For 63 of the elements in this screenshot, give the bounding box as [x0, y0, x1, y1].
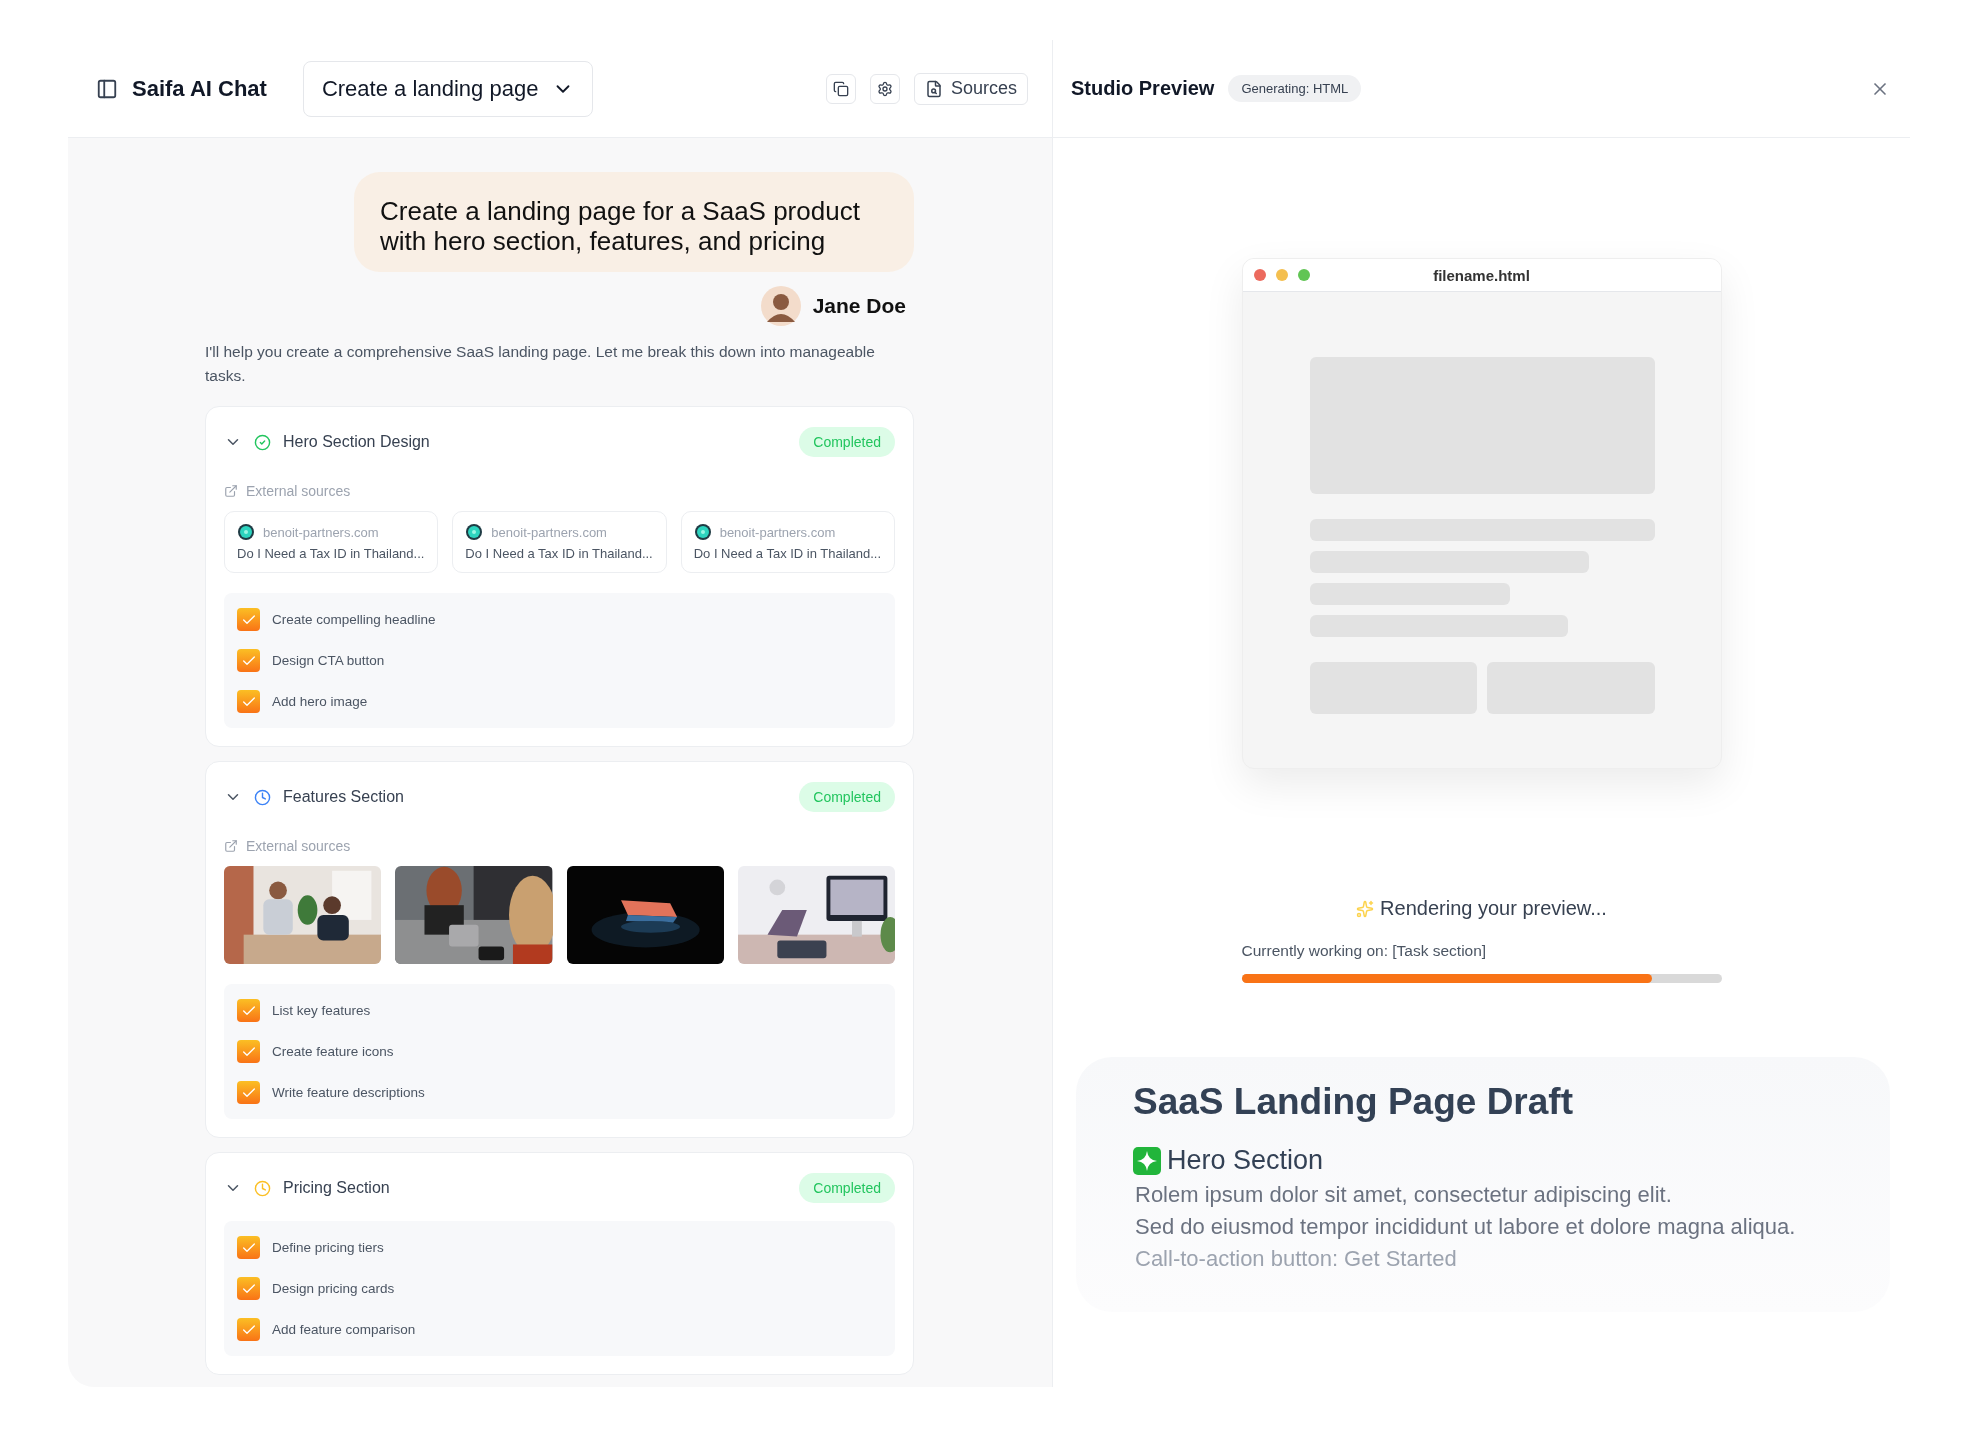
task-item-label: Write feature descriptions	[272, 1085, 425, 1100]
source-card[interactable]: benoit-partners.com Do I Need a Tax ID in Thailand...	[452, 511, 667, 573]
task-item-label: Create feature icons	[272, 1044, 394, 1059]
task-item-label: Design pricing cards	[272, 1281, 395, 1296]
globe-icon	[693, 523, 712, 541]
working-on-text: Currently working on: [Task section]	[1241, 942, 1487, 960]
checkbox[interactable]	[237, 1277, 260, 1300]
source-card[interactable]: benoit-partners.com Do I Need a Tax ID in Thailand...	[224, 511, 439, 573]
source-card[interactable]: benoit-partners.com Do I Need a Tax ID in Thailand...	[680, 511, 895, 573]
task-item-label: List key features	[272, 1003, 371, 1018]
mode-dropdown[interactable]: Create a landing page	[302, 60, 594, 117]
clock-icon	[254, 1179, 271, 1197]
section-title: Hero Section	[1167, 1145, 1324, 1176]
task-item-label: Add feature comparison	[272, 1322, 416, 1337]
checkbox[interactable]	[237, 999, 260, 1022]
checkbox[interactable]	[237, 1040, 260, 1063]
copy-button[interactable]	[825, 73, 856, 104]
clock-icon	[254, 788, 271, 806]
settings-button[interactable]	[869, 73, 900, 104]
user-message: Create a landing page for a SaaS product with hero section, features, and pricing	[354, 172, 914, 272]
status-badge: Completed	[799, 1173, 895, 1203]
external-link-icon	[224, 839, 238, 853]
checkbox[interactable]	[237, 649, 260, 672]
copy-icon	[832, 80, 849, 97]
avatar-icon	[760, 286, 801, 326]
user-name: Jane Doe	[812, 294, 906, 318]
status-badge: Completed	[799, 782, 895, 812]
external-link-icon	[224, 484, 238, 498]
checkbox[interactable]	[237, 608, 260, 631]
check-circle-icon	[254, 433, 271, 451]
sources-label: External sources	[246, 483, 351, 499]
preview-title: Studio Preview	[1071, 77, 1215, 100]
draft-title: SaaS Landing Page Draft	[1133, 1081, 1574, 1123]
rendering-status: Rendering your preview...	[1380, 897, 1607, 920]
app-title: Saifa AI Chat	[132, 75, 267, 102]
file-name: filename.html	[1432, 266, 1531, 284]
file-search-icon	[924, 79, 943, 98]
globe-icon	[237, 523, 255, 541]
checkbox[interactable]	[237, 1236, 260, 1259]
sidebar-toggle-icon[interactable]	[96, 77, 118, 100]
task-title: Pricing Section	[283, 1179, 390, 1197]
task-item-label: Design CTA button	[272, 653, 385, 668]
body-text: Rolem ipsum dolor sit amet, consectetur adipiscing elit.	[1135, 1182, 1673, 1208]
sources-button[interactable]: Sources	[913, 72, 1028, 105]
sparkles-icon	[1356, 899, 1375, 918]
status-badge: Completed	[799, 427, 895, 457]
body-text: Sed do eiusmod tempor incididunt ut labore et dolore magna aliqua.	[1135, 1214, 1797, 1240]
checkbox[interactable]	[237, 690, 260, 713]
checkbox[interactable]	[237, 1081, 260, 1104]
status-badge: Generating: HTML	[1228, 75, 1362, 102]
globe-icon	[465, 523, 484, 541]
task-title: Hero Section Design	[283, 433, 430, 451]
settings-icon	[876, 80, 893, 97]
sparkle-icon	[1133, 1146, 1161, 1175]
task-item-label: Create compelling headline	[272, 612, 436, 627]
window-controls-icon	[1252, 268, 1311, 282]
task-item-label: Add hero image	[272, 694, 368, 709]
task-item-label: Define pricing tiers	[272, 1240, 384, 1255]
sources-label: External sources	[246, 838, 351, 854]
checkbox[interactable]	[237, 1318, 260, 1341]
task-title: Features Section	[283, 788, 404, 806]
note-text: Call-to-action button: Get Started	[1135, 1246, 1458, 1272]
assistant-message: I'll help you create a comprehensive SaaS landing page. Let me break this down into manageable tasks.	[205, 342, 876, 386]
